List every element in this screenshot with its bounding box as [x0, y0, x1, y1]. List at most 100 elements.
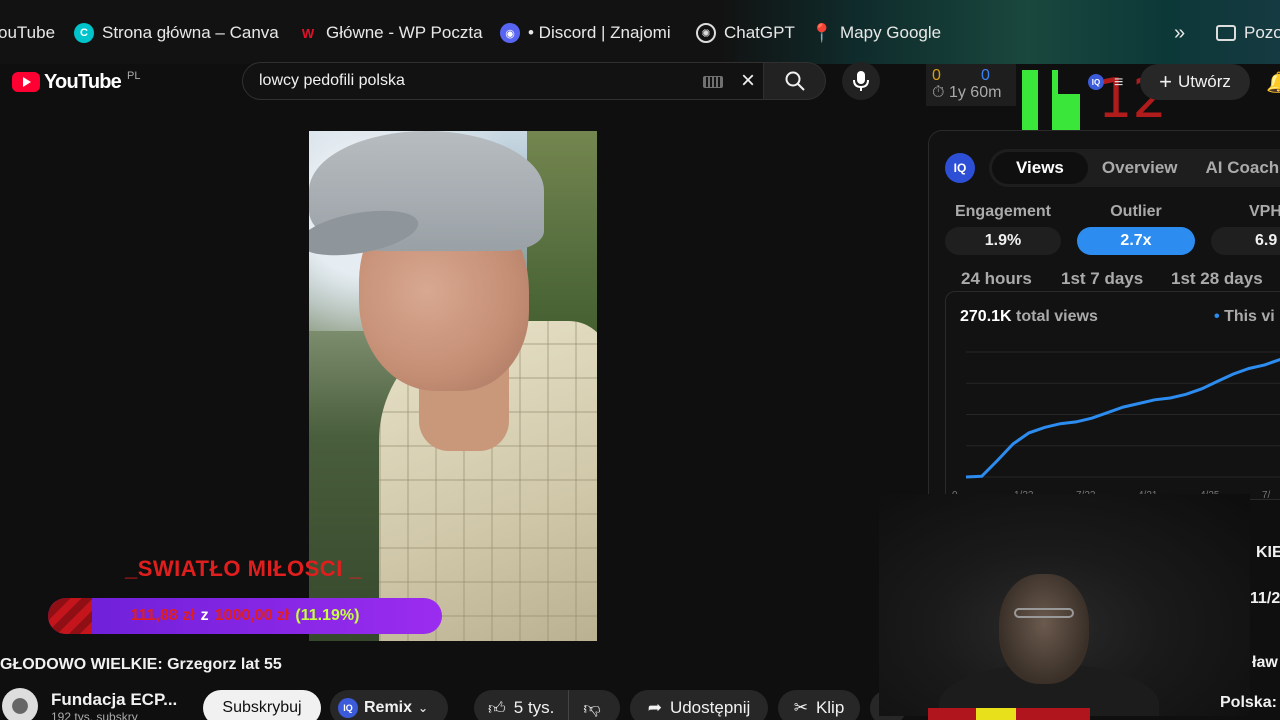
youtube-logo[interactable]: YouTube PL: [12, 68, 140, 96]
video-title: GŁODOWO WIELKIE: Grzegorz lat 55: [0, 656, 282, 673]
maps-pin-icon: 📍: [810, 22, 834, 43]
donation-goal-bar: 111,88 zł z 1000,00 zł (11.19%): [48, 598, 442, 634]
canva-icon: C: [74, 23, 94, 43]
bookmark-folder[interactable]: Pozo: [1216, 20, 1280, 46]
sidebar-thumbnail-accent: [976, 708, 1016, 720]
metric-value: 1.9%: [945, 227, 1061, 255]
dislike-button[interactable]: 👎︎: [569, 698, 614, 719]
remix-button[interactable]: IQ Remix ⌄: [330, 690, 448, 720]
sidebar-peek-title: KIE:: [1256, 544, 1280, 561]
bookmark-canva[interactable]: C Strona główna – Canva: [74, 20, 279, 46]
vidiq-analytics-panel: IQ Views Overview AI Coach Engagement 1.…: [928, 130, 1280, 500]
metric-label: Engagement: [954, 203, 1051, 220]
bookmark-wp-poczta[interactable]: W Główne - WP Poczta: [298, 20, 483, 46]
clock-icon: ⏱: [932, 84, 945, 101]
bookmark-label: Główne - WP Poczta: [326, 23, 483, 42]
country-code: PL: [126, 70, 141, 82]
sidebar-peek-title-3: Polska:: [1220, 694, 1277, 711]
share-label: Udostępnij: [669, 698, 751, 717]
bookmark-youtube[interactable]: ouTube: [0, 20, 55, 46]
donation-amount: 111,88 zł: [130, 607, 195, 624]
double-chevron-icon: »: [1174, 21, 1186, 44]
metric-label: VPH: [1249, 203, 1280, 220]
create-label: Utwórz: [1177, 72, 1231, 91]
channel-action-row: Fundacja ECP... 192 tys. subskry Subskry…: [0, 688, 920, 720]
thumbs-down-icon: 👎︎: [583, 698, 601, 718]
wp-icon: W: [301, 25, 315, 41]
microphone-icon: [853, 71, 869, 91]
vidiq-logo-icon: IQ: [945, 153, 975, 183]
more-bookmarks-button[interactable]: »: [1174, 20, 1185, 46]
bookmark-label: • Discord | Znajomi: [528, 23, 671, 42]
timer-minutes-label: 60m: [970, 84, 1002, 101]
folder-icon: [1216, 25, 1236, 41]
metric-vph: VPH 6.9: [1211, 203, 1280, 255]
search-icon: [785, 71, 805, 91]
timer-minutes: 0: [981, 67, 990, 84]
notifications-bell-icon[interactable]: 🔔: [1266, 70, 1280, 95]
tab-overview[interactable]: Overview: [1088, 152, 1192, 184]
bookmark-label: Strona główna – Canva: [102, 23, 279, 42]
range-28d[interactable]: 1st 28 days: [1171, 269, 1263, 289]
metric-value: 2.7x: [1077, 227, 1195, 255]
metric-engagement: Engagement 1.9%: [945, 203, 1061, 255]
youtube-play-icon: [12, 72, 40, 92]
chevron-down-icon: ⌄: [418, 701, 429, 715]
tab-views[interactable]: Views: [992, 152, 1088, 184]
youtube-wordmark: YouTube: [44, 70, 122, 93]
keyboard-icon[interactable]: [703, 76, 723, 88]
bookmarks-bar: ouTube C Strona główna – Canva W Główne …: [0, 0, 1280, 64]
webcam-person-face: [999, 574, 1089, 684]
browser-theme-art: [720, 0, 1280, 64]
series-line-views: [965, 357, 1280, 479]
bookmark-label: Mapy Google: [840, 23, 942, 42]
search-input[interactable]: [259, 72, 679, 90]
create-button[interactable]: + Utwórz: [1140, 64, 1250, 100]
like-button[interactable]: 👍︎ 5 tys.: [474, 690, 570, 720]
donation-separator: z: [200, 607, 209, 624]
voice-search-button[interactable]: [842, 62, 880, 100]
bookmark-label: Pozo: [1244, 23, 1280, 42]
views-line-chart: 01/227/224/214/257/: [952, 351, 1280, 499]
vidiq-icon[interactable]: IQ: [1088, 74, 1104, 90]
sidebar-peek-title-2: ław: [1252, 654, 1278, 671]
clear-search-icon[interactable]: ×: [741, 69, 755, 93]
hamburger-icon[interactable]: ≡: [1114, 74, 1123, 92]
metric-label: Outlier: [1110, 203, 1162, 220]
share-arrow-icon: ➦: [647, 698, 662, 717]
like-dislike-group: 👍︎ 5 tys. 👎︎: [474, 690, 620, 720]
donation-goal: 1000,00 zł: [214, 607, 290, 624]
sidebar-peek-date: 11/2: [1250, 590, 1280, 607]
tab-ai-coach[interactable]: AI Coach: [1192, 152, 1280, 184]
donation-text: 111,88 zł z 1000,00 zł (11.19%): [48, 598, 442, 634]
bookmark-chatgpt[interactable]: ✺ ChatGPT: [696, 20, 795, 46]
search-button[interactable]: [764, 62, 826, 100]
range-7d[interactable]: 1st 7 days: [1061, 269, 1143, 289]
bookmark-google-maps[interactable]: 📍 Mapy Google: [810, 20, 942, 46]
clip-button[interactable]: ✂ Klip: [778, 690, 860, 720]
webcam-overlay: [879, 494, 1250, 716]
subscribe-button[interactable]: Subskrybuj: [203, 690, 321, 720]
scissors-icon: ✂: [793, 698, 808, 717]
donation-percent: (11.19%): [295, 607, 360, 624]
bookmark-discord[interactable]: ◉ • Discord | Znajomi: [500, 20, 671, 46]
search-box[interactable]: ×: [242, 62, 764, 100]
channel-name[interactable]: Fundacja ECP...: [51, 690, 177, 710]
like-count: 5 tys.: [513, 698, 555, 717]
stream-overlay-label: _SWIATŁO MIŁOSCI _: [125, 556, 363, 581]
timer-years: 0: [932, 67, 941, 84]
channel-avatar[interactable]: [2, 688, 38, 720]
clip-label: Klip: [815, 698, 845, 717]
range-24h[interactable]: 24 hours: [961, 269, 1032, 289]
webcam-person-glasses: [1014, 608, 1074, 618]
remix-label: Remix: [364, 699, 413, 716]
views-chart: 270.1K total views • This vi 01/227/224/…: [945, 291, 1280, 499]
vidiq-icon: IQ: [338, 698, 358, 718]
chatgpt-icon: ✺: [696, 23, 716, 43]
k-extension-logo[interactable]: [1022, 70, 1080, 132]
watch-timer-widget[interactable]: 0 0 ⏱ 1y 60m: [926, 64, 1016, 106]
discord-icon: ◉: [500, 23, 520, 43]
panel-tabs: Views Overview AI Coach: [989, 149, 1280, 187]
share-button[interactable]: ➦ Udostępnij: [630, 690, 768, 720]
channel-subscribers: 192 tys. subskry: [51, 710, 138, 720]
